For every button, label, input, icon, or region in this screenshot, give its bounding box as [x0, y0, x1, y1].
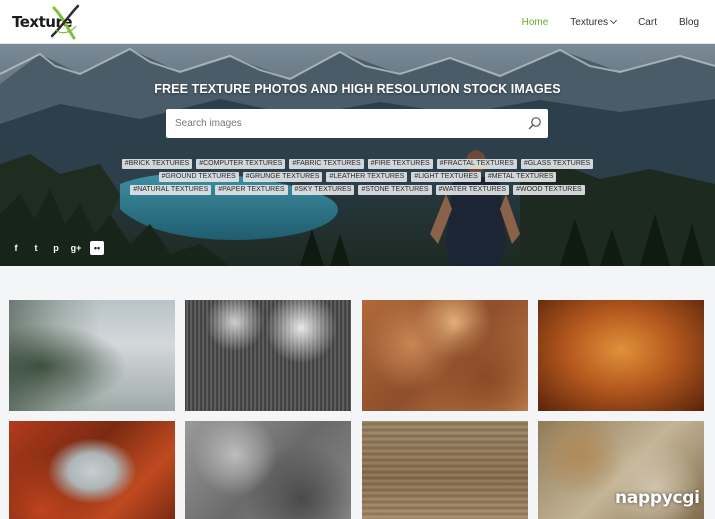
search-input[interactable]	[175, 118, 515, 129]
social-links: f t p g+ ••	[10, 241, 112, 255]
tag-metal[interactable]: #METAL TEXTURES	[484, 172, 557, 182]
tag-water[interactable]: #WATER TEXTURES	[435, 185, 510, 195]
logo-x-mark	[50, 4, 80, 40]
texture-thumbnail[interactable]	[362, 300, 528, 411]
nav-blog-label: Blog	[678, 16, 699, 28]
tag-glass[interactable]: #GLASS TEXTURES	[520, 159, 594, 169]
hero-banner: FREE TEXTURE PHOTOS AND HIGH RESOLUTION …	[0, 44, 715, 266]
twitter-icon[interactable]: t	[30, 242, 42, 254]
texture-thumbnail[interactable]	[185, 300, 351, 411]
texture-thumbnail[interactable]	[9, 300, 175, 411]
site-header: Texture Home Textures Cart Blog	[0, 0, 715, 44]
tag-computer[interactable]: #COMPUTER TEXTURES	[196, 159, 286, 169]
texture-thumbnail[interactable]	[9, 421, 175, 519]
tag-fire[interactable]: #FIRE TEXTURES	[367, 159, 433, 169]
facebook-icon[interactable]: f	[10, 242, 22, 254]
nav-cart-label: Cart	[638, 16, 657, 28]
pinterest-icon[interactable]: p	[50, 242, 62, 254]
flickr-icon[interactable]: ••	[90, 241, 104, 255]
google-plus-icon[interactable]: g+	[70, 242, 82, 254]
main-nav: Home Textures Cart Blog	[500, 0, 699, 44]
texture-thumbnail[interactable]	[538, 300, 704, 411]
search-bar	[166, 109, 548, 138]
nav-home[interactable]: Home	[522, 17, 549, 28]
chevron-down-icon	[610, 16, 618, 24]
tag-brick[interactable]: #BRICK TEXTURES	[121, 159, 193, 169]
nav-home-label: Home	[521, 16, 549, 28]
nav-cart[interactable]: Cart	[638, 17, 657, 28]
tag-natural[interactable]: #NATURAL TEXTURES	[130, 185, 212, 195]
texture-tag-list: #BRICK TEXTURES #COMPUTER TEXTURES #FABR…	[120, 159, 595, 195]
texture-thumbnail[interactable]	[362, 421, 528, 519]
tag-grunge[interactable]: #GRUNGE TEXTURES	[242, 172, 323, 182]
page: Texture Home Textures Cart Blog FREE TEX…	[0, 0, 715, 519]
tag-paper[interactable]: #PAPER TEXTURES	[215, 185, 288, 195]
search-icon[interactable]	[528, 116, 542, 130]
tag-light[interactable]: #LIGHT TEXTURES	[411, 172, 481, 182]
tag-leather[interactable]: #LEATHER TEXTURES	[326, 172, 408, 182]
texture-gallery: nappycgi	[0, 266, 715, 519]
tag-sky[interactable]: #SKY TEXTURES	[291, 185, 355, 195]
tag-fractal[interactable]: #FRACTAL TEXTURES	[436, 159, 517, 169]
nappycgi-watermark: nappycgi	[615, 488, 700, 508]
site-logo[interactable]: Texture	[12, 4, 82, 40]
hero-landscape-image	[0, 44, 715, 266]
hero-title: FREE TEXTURE PHOTOS AND HIGH RESOLUTION …	[154, 82, 561, 96]
tag-ground[interactable]: #GROUND TEXTURES	[158, 172, 239, 182]
texture-thumbnail[interactable]	[185, 421, 351, 519]
tag-fabric[interactable]: #FABRIC TEXTURES	[289, 159, 364, 169]
nav-blog[interactable]: Blog	[679, 17, 699, 28]
nav-textures-label: Textures	[570, 16, 609, 28]
tag-wood[interactable]: #WOOD TEXTURES	[513, 185, 585, 195]
tag-stone[interactable]: #STONE TEXTURES	[358, 185, 432, 195]
nav-textures[interactable]: Textures	[570, 16, 618, 28]
